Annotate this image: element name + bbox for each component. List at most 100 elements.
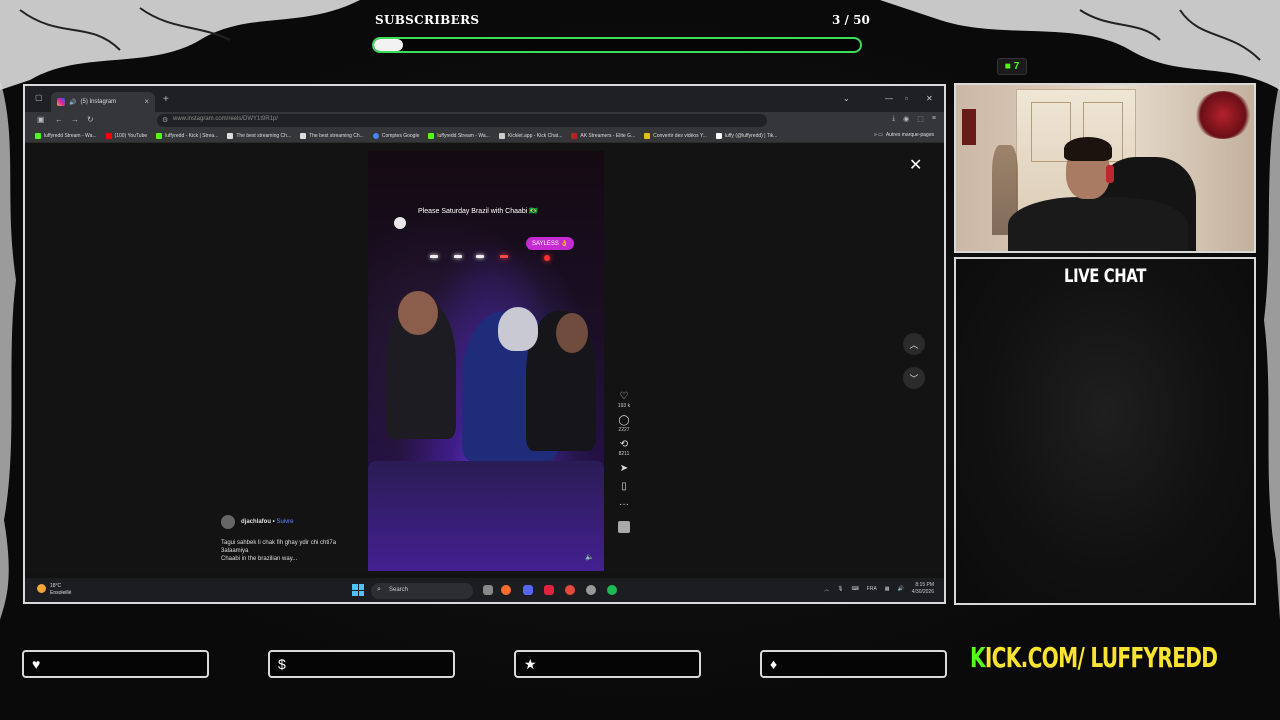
back-icon[interactable]: ← xyxy=(55,115,63,124)
file-explorer-icon[interactable] xyxy=(483,585,493,595)
sidebar-icon[interactable]: ▣ xyxy=(37,115,45,124)
more-button[interactable]: ··· xyxy=(619,499,629,511)
language-indicator[interactable]: FRA xyxy=(867,586,877,592)
keyboard-icon[interactable]: ⌨ xyxy=(852,586,859,592)
weather-desc: Ensoleillé xyxy=(50,590,72,596)
firefox-icon[interactable] xyxy=(501,585,511,595)
kick-badge-count: 7 xyxy=(1013,61,1020,72)
decor-right xyxy=(1258,80,1280,620)
more-icon: ··· xyxy=(619,499,629,510)
browser-tab-instagram[interactable]: 🔊 (5) Instagram × xyxy=(51,92,155,112)
instagram-reels-view: Please Saturday Brazil with Chaabi 🇧🇷 SA… xyxy=(25,143,944,573)
chevron-down-icon: ﹀ xyxy=(909,373,919,384)
kick-viewer-badge: ■ 7 xyxy=(997,58,1027,75)
close-reel-icon[interactable]: ✕ xyxy=(909,155,922,175)
spotify-icon[interactable] xyxy=(607,585,617,595)
site-info-icon[interactable]: ⚙ xyxy=(162,116,168,124)
clock-date: 4/30/2026 xyxy=(911,589,934,595)
poster-avatar[interactable] xyxy=(221,515,235,529)
maximize-icon[interactable]: ▫ xyxy=(905,94,908,103)
star-icon: ★ xyxy=(524,656,537,672)
comment-button[interactable]: ◯ 2227 xyxy=(618,415,629,433)
window-close-icon[interactable]: ✕ xyxy=(926,94,933,103)
heart-icon: ♥ xyxy=(32,656,41,672)
address-bar[interactable]: ⚙ www.instagram.com/reels/DWY1t9R1p/ xyxy=(157,114,767,127)
bookmark-item[interactable]: AK Streamers - Elite G... xyxy=(571,132,635,139)
bookmark-item[interactable]: luffyredd Stream - Wa... xyxy=(428,132,490,139)
page-favicon-icon xyxy=(227,132,234,139)
star-panel: ★ xyxy=(514,650,701,678)
microphone-icon[interactable]: 🎙 xyxy=(837,586,843,592)
new-tab-button[interactable]: + xyxy=(163,94,169,105)
chevron-up-icon: ︿ xyxy=(909,339,919,350)
kicklet-favicon-icon xyxy=(498,132,505,139)
caption-line: 3alaamiya xyxy=(221,548,249,554)
download-icon[interactable]: ⤓ xyxy=(892,115,895,123)
streamer-body xyxy=(1008,197,1188,251)
discord-icon[interactable] xyxy=(523,585,533,595)
bookmark-item[interactable]: luffy (@luffyredd) | Tik... xyxy=(715,132,777,139)
previous-reel-button[interactable]: ︿ xyxy=(903,333,925,355)
app-icon[interactable] xyxy=(544,585,554,595)
weather-widget[interactable]: 18°C Ensoleillé xyxy=(37,583,71,597)
repost-button[interactable]: ⟲ 8211 xyxy=(619,439,630,457)
taskbar-search[interactable]: ⌕ Search xyxy=(371,583,473,599)
tab-menu-icon[interactable]: ▢ xyxy=(35,93,43,102)
extensions-icon[interactable]: ⬚ xyxy=(917,115,924,123)
speaker-icon[interactable]: 🔊 xyxy=(69,99,76,106)
sun-icon xyxy=(37,584,46,593)
bookmark-item[interactable]: luffyredd Stream - Wa... xyxy=(35,132,97,139)
bookmark-item[interactable]: The best streaming Ch... xyxy=(227,132,291,139)
clock-time: 8:15 PM xyxy=(915,582,934,588)
share-icon: ➤ xyxy=(619,463,629,474)
toolbar-icons: ⤓ ◉ ⬚ ≡ xyxy=(892,115,936,123)
youtube-favicon-icon xyxy=(105,132,112,139)
like-button[interactable]: ♡ 193 k xyxy=(618,391,630,409)
volume-icon[interactable]: 🔈 xyxy=(585,553,594,561)
caption-line: Tagui sahbek li chak fih ghay ydir chi c… xyxy=(221,540,337,546)
reel-video[interactable]: Please Saturday Brazil with Chaabi 🇧🇷 SA… xyxy=(368,151,604,571)
diamond-icon: ♦ xyxy=(770,656,778,672)
kick-favicon-icon xyxy=(156,132,163,139)
bookmark-item[interactable]: The best streaming Ch... xyxy=(300,132,364,139)
save-button[interactable]: ▯ xyxy=(621,481,627,493)
live-chat-panel: LIVE CHAT xyxy=(954,257,1256,605)
heart-panel: ♥ xyxy=(22,650,209,678)
windows-start-icon[interactable] xyxy=(352,584,364,596)
tab-list-icon[interactable]: ⌄ xyxy=(843,94,850,103)
next-reel-button[interactable]: ﹀ xyxy=(903,367,925,389)
chrome-icon[interactable] xyxy=(565,585,575,595)
taskbar-clock[interactable]: 8:15 PM 4/30/2026 xyxy=(912,582,934,596)
streamer-hair xyxy=(1064,137,1112,161)
comment-count: 2227 xyxy=(618,427,630,433)
decor-top-right xyxy=(880,0,1280,90)
share-button[interactable]: ➤ xyxy=(620,463,628,475)
audio-thumbnail[interactable] xyxy=(618,521,630,533)
minimize-icon[interactable]: — xyxy=(885,94,893,103)
system-tray: ︿ 🎙 ⌨ FRA ▦ 🔊 8:15 PM 4/30/2026 xyxy=(824,582,934,596)
forward-icon[interactable]: → xyxy=(71,115,79,124)
bookmark-item[interactable]: Convertir des vidéos Y... xyxy=(644,132,707,139)
bookmarks-bar: luffyredd Stream - Wa... (100) YouTube l… xyxy=(25,129,944,143)
bookmarks-other-folder[interactable]: » ▭ Autres marque-pages xyxy=(874,132,934,138)
obs-icon[interactable] xyxy=(586,585,596,595)
volume-tray-icon[interactable]: 🔊 xyxy=(898,586,904,592)
bookmark-item[interactable]: luffyredd - Kick | Strea... xyxy=(156,132,218,139)
bookmark-item[interactable]: (100) YouTube xyxy=(105,132,147,139)
profile-icon[interactable]: ◉ xyxy=(903,115,909,123)
goal-count: 3 / 50 xyxy=(832,13,870,27)
tab-close-icon[interactable]: × xyxy=(144,97,149,106)
reload-icon[interactable]: ↻ xyxy=(87,115,94,124)
poster-username[interactable]: djachlafou xyxy=(241,519,271,525)
network-icon[interactable]: ▦ xyxy=(885,586,890,592)
bookmark-item[interactable]: Kicklet.app - Kick Chat... xyxy=(498,132,562,139)
tray-chevron-icon[interactable]: ︿ xyxy=(824,586,829,593)
screen-capture: ▢ 🔊 (5) Instagram × + ⌄ — ▫ ✕ ▣ ← → ↻ ⚙ … xyxy=(23,84,946,604)
dj-mixer xyxy=(368,461,604,571)
kick-logo-icon: ■ xyxy=(1004,61,1011,72)
follow-button[interactable]: Suivre xyxy=(276,519,293,525)
headset xyxy=(1106,165,1114,183)
bookmark-item[interactable]: Comptes Google xyxy=(372,132,419,139)
donation-panel: $ xyxy=(268,650,455,678)
menu-icon[interactable]: ≡ xyxy=(932,115,936,123)
